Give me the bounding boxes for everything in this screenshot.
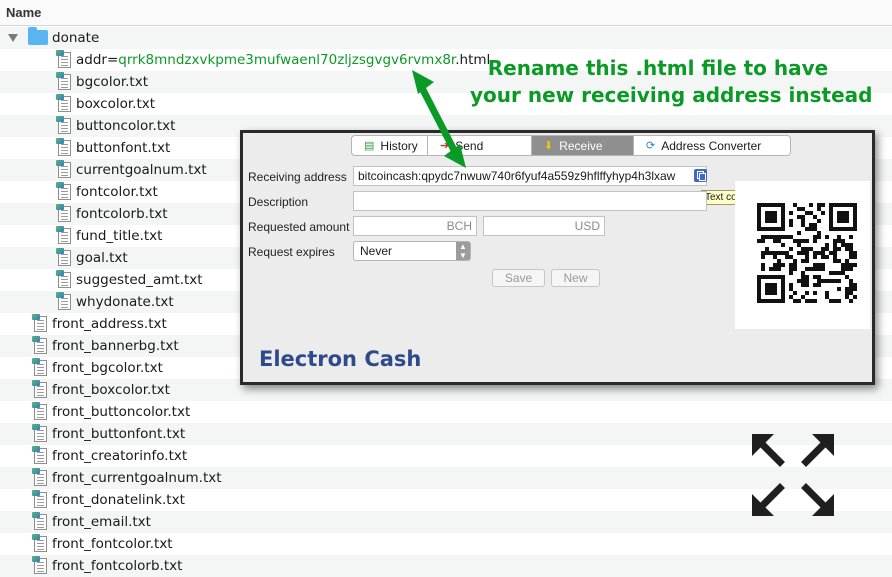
description-label: Description — [248, 195, 309, 209]
file-name: buttonfont.txt — [76, 140, 171, 156]
file-name: front_buttonfont.txt — [52, 426, 186, 442]
converter-icon: ⟳ — [646, 140, 656, 152]
requested-amount-label: Requested amount — [248, 220, 350, 234]
file-name: front_fontcolorb.txt — [52, 558, 183, 574]
text-file-icon — [56, 94, 71, 112]
text-file-icon — [56, 292, 71, 310]
file-name: fontcolor.txt — [76, 184, 158, 200]
folder-name: donate — [52, 30, 100, 46]
text-file-icon — [32, 314, 47, 332]
annotation-line-2: your new receiving address instead — [470, 83, 873, 107]
file-name: bgcolor.txt — [76, 74, 149, 90]
usd-amount-field[interactable]: USD — [483, 216, 605, 236]
file-name: front_fontcolor.txt — [52, 536, 173, 552]
text-file-icon — [32, 556, 47, 574]
text-file-icon — [32, 402, 47, 420]
text-file-icon — [32, 490, 47, 508]
file-row-front_fontcolor-txt[interactable]: front_fontcolor.txt — [0, 533, 892, 555]
receive-icon: ⬇ — [544, 140, 554, 152]
text-file-icon — [56, 116, 71, 134]
file-name: front_email.txt — [52, 514, 151, 530]
expires-select[interactable]: Never ▲ ▼ — [353, 241, 471, 261]
file-name: fund_title.txt — [76, 228, 163, 244]
description-field[interactable] — [353, 191, 707, 211]
tab-address-converter[interactable]: ⟳ Address Converter — [634, 136, 790, 155]
file-name: suggested_amt.txt — [76, 272, 203, 288]
file-name: front_bannerbg.txt — [52, 338, 179, 354]
file-name: goal.txt — [76, 250, 128, 266]
folder-row-donate[interactable]: donate — [0, 27, 892, 49]
text-file-icon — [32, 512, 47, 530]
annotation-line-1: Rename this .html file to have — [487, 56, 829, 80]
file-name: front_donatelink.txt — [52, 492, 185, 508]
file-row-front_buttoncolor-txt[interactable]: front_buttoncolor.txt — [0, 401, 892, 423]
qr-code-panel — [735, 181, 870, 329]
expires-value: Never — [360, 244, 393, 258]
disclosure-triangle-icon[interactable] — [8, 34, 18, 42]
file-name: front_creatorinfo.txt — [52, 448, 188, 464]
text-file-icon — [56, 248, 71, 266]
file-name: front_boxcolor.txt — [52, 382, 170, 398]
text-file-icon — [56, 226, 71, 244]
tab-receive[interactable]: ⬇ Receive — [532, 136, 634, 155]
expand-icon — [752, 434, 834, 516]
history-icon: ▤ — [364, 140, 375, 152]
text-file-icon — [56, 138, 71, 156]
text-file-icon — [56, 72, 71, 90]
file-name: front_address.txt — [52, 316, 167, 332]
file-name: currentgoalnum.txt — [76, 162, 207, 178]
file-name: front_currentgoalnum.txt — [52, 470, 222, 486]
text-file-icon — [56, 270, 71, 288]
file-name: buttoncolor.txt — [76, 118, 176, 134]
chevron-updown-icon: ▲ ▼ — [456, 242, 470, 260]
column-header[interactable]: Name — [0, 0, 892, 26]
folder-icon — [28, 27, 48, 45]
qr-code — [757, 203, 857, 303]
text-file-icon — [32, 534, 47, 552]
text-file-icon — [32, 358, 47, 376]
file-name: whydonate.txt — [76, 294, 174, 310]
tab-converter-label: Address Converter — [661, 138, 762, 153]
text-file-icon — [32, 380, 47, 398]
text-file-icon — [32, 336, 47, 354]
file-name: front_bgcolor.txt — [52, 360, 163, 376]
file-name: front_buttoncolor.txt — [52, 404, 191, 420]
new-button[interactable]: New — [551, 269, 600, 287]
save-button[interactable]: Save — [492, 269, 545, 287]
text-file-icon — [32, 424, 47, 442]
text-file-icon — [32, 446, 47, 464]
receiving-address-label: Receiving address — [248, 170, 347, 184]
html-file-icon — [56, 50, 71, 68]
electron-cash-window: ▤ History ➔ Send ⬇ Receive ⟳ Address Con… — [240, 130, 875, 385]
copy-icon[interactable] — [694, 169, 707, 182]
request-expires-label: Request expires — [248, 245, 335, 259]
tab-receive-label: Receive — [559, 138, 603, 153]
file-name: fontcolorb.txt — [76, 206, 168, 222]
name-column-label: Name — [6, 5, 42, 20]
electron-cash-brand: Electron Cash — [259, 347, 422, 371]
text-file-icon — [56, 160, 71, 178]
double-arrow-icon — [412, 70, 466, 168]
file-name: boxcolor.txt — [76, 96, 156, 112]
addr-prefix: addr= — [76, 52, 119, 68]
text-file-icon — [32, 468, 47, 486]
bch-amount-field[interactable]: BCH — [353, 216, 477, 236]
text-file-icon — [56, 204, 71, 222]
text-file-icon — [56, 182, 71, 200]
